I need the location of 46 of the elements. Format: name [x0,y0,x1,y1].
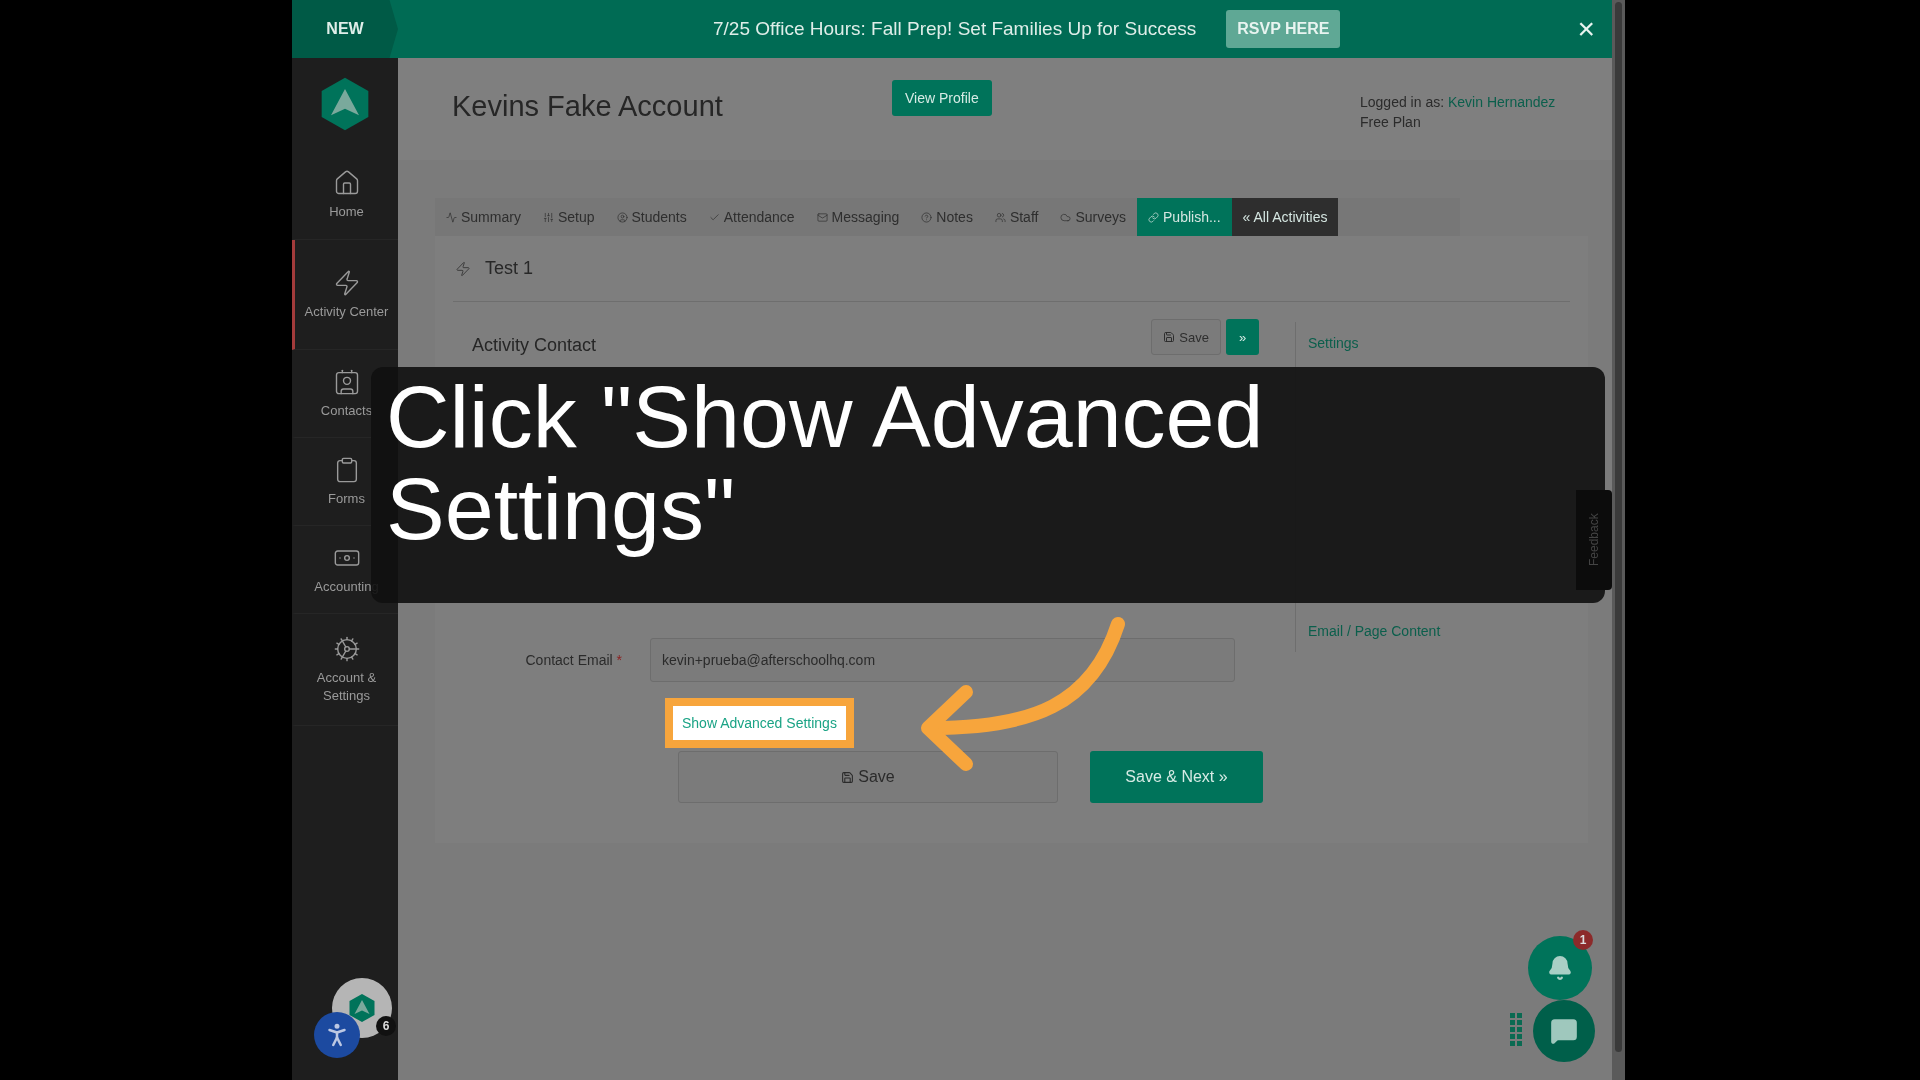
view-profile-button[interactable]: View Profile [892,80,992,116]
tab[interactable]: Staff [983,198,1050,236]
help-icon [921,211,933,223]
email-field[interactable]: kevin+prueba@afterschoolhq.com [650,638,1235,682]
save-next-button[interactable]: Save & Next » [1090,751,1263,803]
check-icon [708,211,720,223]
drag-handle-icon [1510,1013,1522,1047]
next-button[interactable]: » [1226,319,1259,355]
link-icon [1148,211,1159,223]
cloud-icon [1060,211,1072,223]
logged-in-text: Logged in as: Kevin Hernandez [1360,93,1557,112]
users-icon [994,211,1006,223]
section-link[interactable]: Settings [1308,322,1545,364]
tab[interactable]: Publish... [1137,198,1232,236]
section-title: Activity Contact [472,335,597,356]
close-button[interactable]: × [1577,12,1595,46]
save-button[interactable]: Save [678,751,1058,803]
scrollbar[interactable] [1612,0,1625,1080]
chat-icon [1550,1017,1578,1045]
rsvp-button[interactable]: RSVP HERE [1226,10,1341,48]
tab[interactable]: Summary [435,198,532,236]
tab[interactable]: Attendance [697,198,806,236]
bolt-icon [455,260,471,277]
back-tab[interactable]: « All Activities [1231,198,1339,236]
feedback-tab[interactable]: Feedback [1576,490,1612,590]
banner-message: 7/25 Office Hours: Fall Prep! Set Families Up for Success [713,18,1197,40]
activity-title: Test 1 [485,258,534,279]
tab[interactable]: Messaging [805,198,911,236]
user-icon [616,211,628,223]
account-title: Kevins Fake Account [452,90,724,123]
gear-icon [332,634,361,663]
tab[interactable]: Surveys [1049,198,1137,236]
sliders-icon [542,211,554,223]
section-link[interactable]: Email / Page Content [1308,610,1545,652]
new-tag: NEW [292,0,398,58]
bell-icon [1547,955,1573,981]
field-label: Contact Email * [524,652,623,668]
advanced-settings-link[interactable]: Show Advanced Settings [665,698,854,748]
plan-text: Free Plan [1360,113,1422,133]
save-button[interactable]: Save [1151,319,1221,355]
tab[interactable]: Students [605,198,698,236]
tab[interactable]: Notes [910,198,984,236]
mail-icon [816,211,828,223]
logo-icon [347,993,377,1023]
tab[interactable]: Setup [531,198,606,236]
chart-icon [446,211,457,223]
